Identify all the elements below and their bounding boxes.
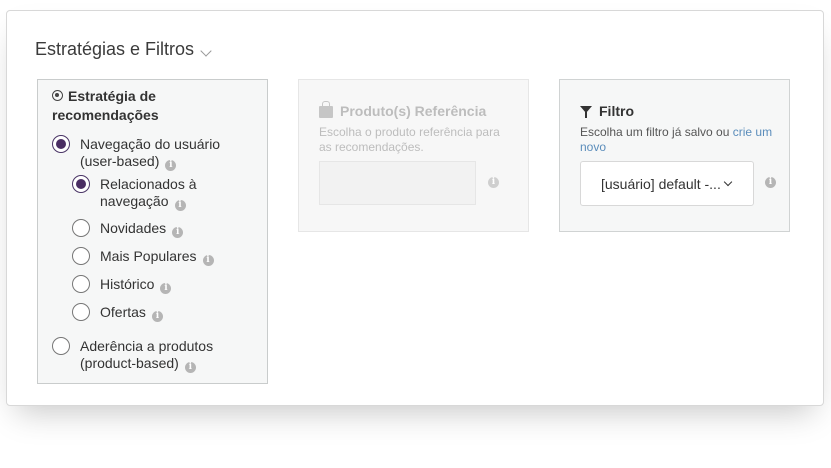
radio-button[interactable] bbox=[52, 337, 70, 355]
radio-button-checked[interactable] bbox=[72, 175, 90, 193]
radio-label: Histórico i bbox=[100, 276, 172, 294]
radio-label: Aderência a produtos (product-based) i bbox=[80, 338, 232, 373]
funnel-icon bbox=[580, 105, 592, 118]
strategy-panel: Estratégia de recomendações Navegação do… bbox=[37, 79, 268, 384]
info-icon[interactable]: i bbox=[488, 177, 499, 188]
radio-historico[interactable]: Histórico i bbox=[72, 275, 172, 294]
section-header[interactable]: Estratégias e Filtros bbox=[35, 39, 212, 60]
radio-label: Ofertas i bbox=[100, 304, 163, 322]
filter-title: Filtro bbox=[580, 102, 634, 121]
radio-label-text: Navegação do usuário (user-based) bbox=[80, 136, 221, 169]
reference-product-panel: Produto(s) Referência Escolha o produto … bbox=[298, 79, 529, 232]
radio-label: Novidades i bbox=[100, 220, 184, 238]
strategies-filters-card: Estratégias e Filtros Estratégia de reco… bbox=[6, 10, 824, 406]
info-icon[interactable]: i bbox=[765, 177, 776, 188]
reference-product-input[interactable] bbox=[319, 161, 476, 205]
chevron-down-icon[interactable] bbox=[200, 44, 212, 57]
radio-mais-populares[interactable]: Mais Populares i bbox=[72, 247, 214, 266]
radio-button[interactable] bbox=[72, 275, 90, 293]
radio-label: Navegação do usuário (user-based) i bbox=[80, 136, 257, 171]
radio-label-text: Novidades bbox=[100, 220, 167, 236]
radio-label-text: Mais Populares bbox=[100, 248, 197, 264]
shopping-bag-icon bbox=[319, 100, 333, 118]
filter-select[interactable]: [usuário] default -... bbox=[580, 161, 754, 206]
info-icon[interactable]: i bbox=[151, 311, 163, 322]
info-icon[interactable]: i bbox=[160, 283, 172, 294]
radio-button[interactable] bbox=[72, 247, 90, 265]
reference-description: Escolha o produto referência para as rec… bbox=[319, 125, 500, 154]
info-icon[interactable]: i bbox=[202, 255, 214, 266]
radio-button[interactable] bbox=[72, 219, 90, 237]
info-icon[interactable]: i bbox=[165, 160, 177, 171]
filter-title-text: Filtro bbox=[599, 103, 634, 119]
radio-user-based[interactable]: Navegação do usuário (user-based) i bbox=[52, 135, 257, 171]
radio-ofertas[interactable]: Ofertas i bbox=[72, 303, 163, 322]
radio-novidades[interactable]: Novidades i bbox=[72, 219, 184, 238]
info-icon[interactable]: i bbox=[174, 200, 186, 211]
radio-label-text: Ofertas bbox=[100, 304, 146, 320]
radio-product-based[interactable]: Aderência a produtos (product-based) i bbox=[52, 337, 232, 373]
filter-description: Escolha um filtro já salvo ou crie um no… bbox=[580, 125, 780, 155]
radio-button[interactable] bbox=[72, 303, 90, 321]
reference-title: Produto(s) Referência bbox=[319, 100, 487, 121]
reference-title-text: Produto(s) Referência bbox=[340, 103, 487, 119]
radio-button-checked[interactable] bbox=[52, 135, 70, 153]
strategy-title-text: Estratégia de recomendações bbox=[52, 88, 159, 123]
filter-description-text: Escolha um filtro já salvo ou bbox=[580, 125, 733, 139]
filter-select-value: [usuário] default -... bbox=[601, 175, 721, 192]
radio-label: Mais Populares i bbox=[100, 248, 214, 266]
info-icon[interactable]: i bbox=[172, 227, 184, 238]
radio-related-navigation[interactable]: Relacionados à navegação i bbox=[72, 175, 252, 211]
filter-panel: Filtro Escolha um filtro já salvo ou cri… bbox=[559, 79, 790, 232]
radio-label-text: Histórico bbox=[100, 276, 155, 292]
strategy-title: Estratégia de recomendações bbox=[52, 87, 262, 125]
target-icon bbox=[52, 90, 63, 101]
info-icon[interactable]: i bbox=[184, 362, 196, 373]
section-title: Estratégias e Filtros bbox=[35, 39, 195, 59]
chevron-down-icon bbox=[723, 177, 733, 187]
radio-label: Relacionados à navegação i bbox=[100, 176, 252, 211]
